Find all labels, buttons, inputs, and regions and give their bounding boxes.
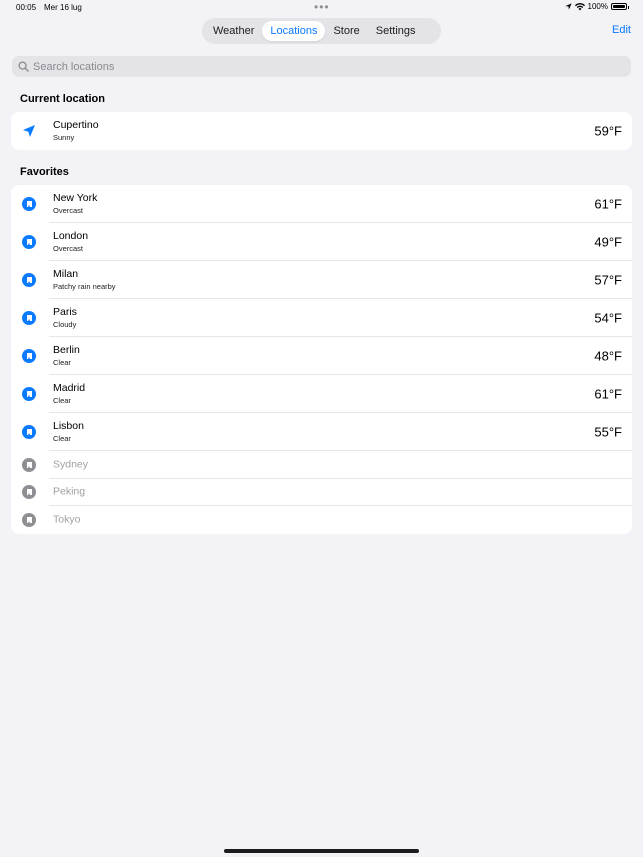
favorite-row[interactable]: Berlin Clear 48°F	[11, 337, 632, 375]
current-location-card: Cupertino Sunny 59°F	[11, 112, 632, 150]
status-bar: 00:05 Mer 16 lug ••• 100%	[0, 0, 643, 16]
location-temperature: 59°F	[594, 123, 622, 139]
location-name: Sydney	[53, 458, 89, 471]
bookmark-icon	[22, 197, 36, 211]
location-name: Lisbon	[53, 420, 84, 432]
favorite-row[interactable]: Paris Cloudy 54°F	[11, 299, 632, 337]
status-right: 100%	[564, 2, 629, 11]
status-time: 00:05	[16, 3, 37, 12]
location-text: Paris Cloudy	[53, 306, 77, 330]
bookmark-icon	[22, 273, 36, 287]
location-text: Sydney	[53, 458, 88, 471]
current-location-row[interactable]: Cupertino Sunny 59°F	[11, 112, 632, 150]
location-condition: Overcast	[53, 206, 84, 215]
location-name: Peking	[53, 485, 86, 498]
location-arrow-icon	[23, 125, 35, 137]
bookmark-icon	[22, 425, 36, 439]
location-condition: Clear	[53, 396, 71, 405]
location-temperature: 54°F	[594, 310, 622, 326]
location-temperature: 48°F	[594, 348, 622, 364]
bookmark-icon	[22, 485, 36, 500]
location-temperature: 49°F	[594, 234, 622, 250]
location-arrow-icon	[564, 3, 572, 10]
location-condition: Clear	[53, 358, 71, 367]
location-name: Tokyo	[53, 513, 81, 526]
favorite-row[interactable]: New York Overcast 61°F	[11, 185, 632, 223]
location-text: Lisbon Clear	[53, 420, 84, 444]
location-condition: Sunny	[53, 133, 75, 142]
favorite-row[interactable]: London Overcast 49°F	[11, 223, 632, 261]
bookmark-icon	[22, 457, 36, 472]
search-bar	[12, 56, 631, 77]
location-name: Paris	[53, 306, 77, 318]
home-indicator[interactable]	[224, 849, 419, 853]
bookmark-icon	[22, 512, 36, 527]
location-temperature: 57°F	[594, 272, 622, 288]
favorite-row-inactive[interactable]: Tokyo	[11, 506, 632, 534]
favorite-row[interactable]: Milan Patchy rain nearby 57°F	[11, 261, 632, 299]
location-condition: Clear	[53, 434, 71, 443]
tab-store[interactable]: Store	[325, 21, 367, 41]
favorite-row-inactive[interactable]: Sydney	[11, 451, 632, 479]
location-text: London Overcast	[53, 230, 88, 254]
location-text: Tokyo	[53, 513, 80, 526]
multitasking-dots-icon[interactable]: •••	[314, 0, 330, 14]
location-text: Berlin Clear	[53, 344, 80, 368]
location-temperature: 61°F	[594, 386, 622, 402]
location-name: London	[53, 230, 89, 242]
favorites-card: New York Overcast 61°F London Overcast 4…	[11, 185, 632, 534]
bookmark-icon	[22, 387, 36, 401]
search-input[interactable]	[33, 60, 613, 73]
location-name: Madrid	[53, 382, 86, 394]
location-text: Peking	[53, 486, 85, 499]
location-text: Milan Patchy rain nearby	[53, 268, 116, 292]
location-temperature: 61°F	[594, 196, 622, 212]
location-text: Cupertino Sunny	[53, 119, 99, 143]
location-text: Madrid Clear	[53, 382, 85, 406]
location-condition: Patchy rain nearby	[53, 282, 116, 291]
tab-settings[interactable]: Settings	[368, 21, 424, 41]
tab-bar: Weather Locations Store Settings	[202, 18, 441, 44]
tab-weather[interactable]: Weather	[205, 21, 262, 41]
location-name: New York	[53, 192, 98, 204]
location-condition: Overcast	[53, 244, 84, 253]
location-temperature: 55°F	[594, 424, 622, 440]
favorites-header: Favorites	[20, 166, 69, 178]
location-name: Cupertino	[53, 119, 99, 131]
bookmark-icon	[22, 349, 36, 363]
status-date: Mer 16 lug	[44, 3, 82, 12]
location-name: Milan	[53, 268, 79, 280]
battery-icon	[611, 3, 629, 10]
favorite-row[interactable]: Lisbon Clear 55°F	[11, 413, 632, 451]
favorite-row[interactable]: Madrid Clear 61°F	[11, 375, 632, 413]
favorite-row-inactive[interactable]: Peking	[11, 479, 632, 506]
edit-button[interactable]: Edit	[612, 24, 631, 36]
wifi-icon	[574, 2, 585, 10]
battery-percent: 100%	[587, 2, 608, 11]
search-icon	[18, 61, 29, 72]
location-name: Berlin	[53, 344, 80, 356]
bookmark-icon	[22, 311, 36, 325]
current-location-header: Current location	[20, 93, 105, 105]
location-condition: Cloudy	[53, 320, 77, 329]
location-text: New York Overcast	[53, 192, 97, 216]
bookmark-icon	[22, 235, 36, 249]
tab-locations[interactable]: Locations	[262, 21, 326, 41]
